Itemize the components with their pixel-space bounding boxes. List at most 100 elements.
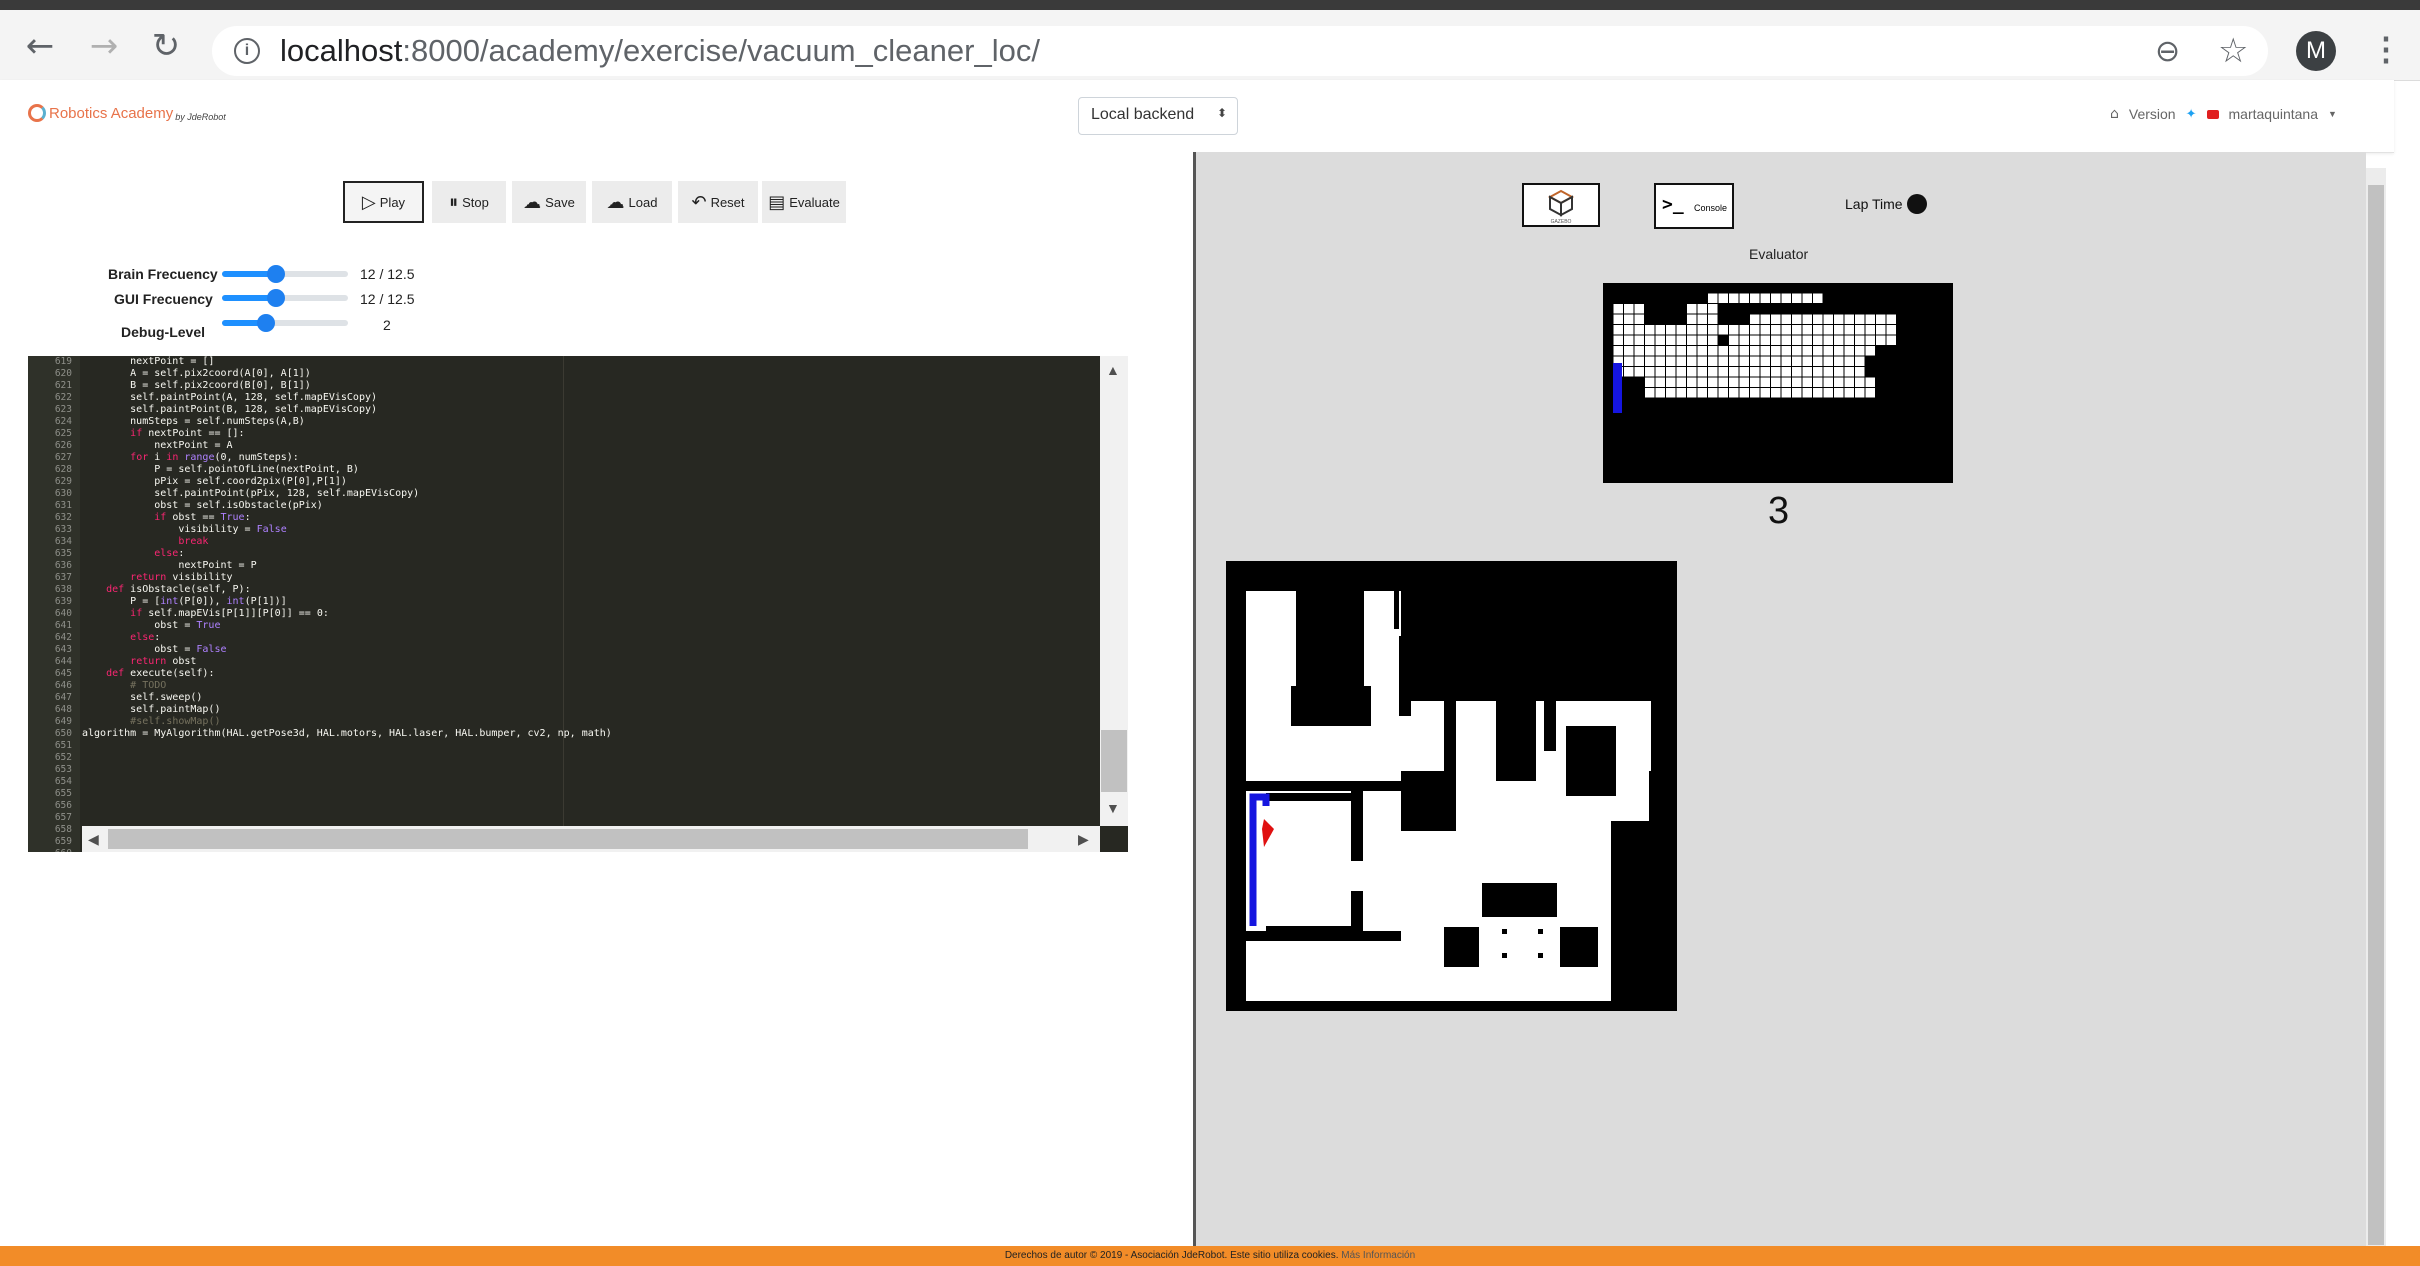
grid-cell (1760, 325, 1770, 335)
grid-cell (1645, 377, 1655, 387)
grid-cell (1834, 325, 1844, 335)
scrollbar-thumb[interactable] (108, 829, 1028, 849)
code-text[interactable]: nextPoint = [] A = self.pix2coord(A[0], … (82, 356, 1122, 740)
grid-cell (1655, 377, 1665, 387)
reload-icon[interactable]: ↻ (146, 26, 186, 66)
grid-cell (1802, 388, 1812, 398)
scroll-down-icon[interactable]: ▼ (1106, 800, 1120, 816)
grid-cell (1771, 377, 1781, 387)
grid-cell (1844, 335, 1854, 345)
twitter-icon[interactable]: ✦ (2186, 106, 2197, 122)
backend-select[interactable]: Local backend ⬍ (1078, 97, 1238, 135)
save-button[interactable]: ☁ Save (512, 181, 586, 223)
grid-cell (1876, 335, 1886, 345)
gazebo-button[interactable]: GAZEBO (1522, 183, 1600, 227)
code-line: if obst == True: (154, 512, 251, 523)
grid-cell (1865, 377, 1875, 387)
line-number: 652 (54, 752, 72, 763)
slider-handle[interactable] (267, 289, 285, 307)
debug-level-slider[interactable] (222, 314, 348, 332)
grid-cell (1697, 377, 1707, 387)
line-number: 619 (54, 356, 72, 367)
footer-link[interactable]: Más Información (1341, 1250, 1415, 1261)
back-arrow-icon[interactable]: ← (20, 26, 60, 66)
grid-cell (1676, 377, 1686, 387)
save-label: Save (545, 194, 575, 210)
code-line: break (178, 536, 209, 547)
zoom-icon[interactable]: ⊖ (2155, 34, 2180, 69)
grid-cell (1813, 377, 1823, 387)
grid-cell (1645, 367, 1655, 377)
load-button[interactable]: ☁ Load (592, 181, 672, 223)
slider-handle[interactable] (257, 314, 275, 332)
youtube-icon[interactable] (2206, 109, 2219, 119)
grid-cell (1634, 304, 1644, 314)
footer: Derechos de autor © 2019 - Asociación Jd… (0, 1246, 2420, 1266)
grid-cell (1634, 356, 1644, 366)
home-icon[interactable]: ⌂ (2110, 106, 2119, 122)
user-menu[interactable]: martaquintana (2229, 106, 2319, 122)
info-icon[interactable]: i (234, 38, 260, 64)
chevron-down-icon[interactable]: ▼ (2328, 109, 2337, 119)
grid-cell (1886, 325, 1896, 335)
line-number: 621 (54, 380, 72, 391)
code-line: else: (130, 632, 161, 643)
star-icon[interactable]: ☆ (2218, 31, 2248, 71)
scroll-up-icon[interactable]: ▲ (1106, 362, 1120, 378)
slider-handle[interactable] (267, 265, 285, 283)
avatar[interactable]: M (2296, 31, 2336, 71)
console-button[interactable]: >_ Console (1654, 183, 1734, 229)
gui-frequency-slider[interactable] (222, 289, 348, 307)
grid-cell (1834, 335, 1844, 345)
grid-cell (1771, 314, 1781, 324)
grid-cell (1813, 325, 1823, 335)
evaluate-button[interactable]: ▤ Evaluate (762, 181, 846, 223)
grid-cell (1729, 293, 1739, 303)
url-text[interactable]: localhost:8000/academy/exercise/vacuum_c… (280, 33, 1040, 69)
play-button[interactable]: ▷ Play (343, 181, 424, 223)
grid-cell (1739, 335, 1749, 345)
grid-cell (1676, 325, 1686, 335)
grid-cell (1865, 314, 1875, 324)
grid-cell (1750, 335, 1760, 345)
grid-cell (1624, 367, 1634, 377)
code-line: numSteps = self.numSteps(A,B) (82, 416, 305, 427)
brain-frequency-slider[interactable] (222, 265, 348, 283)
menu-icon[interactable]: ⋮ (2370, 30, 2402, 68)
grid-cell (1708, 388, 1718, 398)
line-number-gutter: 619 620 621 622 623 624 625 626 627 628 629 630 631 6… (28, 356, 80, 852)
select-caret-icon: ⬍ (1216, 106, 1227, 120)
line-number: 659 (54, 836, 72, 847)
forward-arrow-icon[interactable]: → (84, 26, 124, 66)
grid-cell (1655, 346, 1665, 356)
code-editor[interactable]: 619 620 621 622 623 624 625 626 627 628 629 630 631 6… (28, 356, 1128, 852)
grid-cell (1718, 356, 1728, 366)
play-label: Play (379, 194, 406, 210)
version-link[interactable]: Version (2129, 106, 2176, 122)
stop-button[interactable]: ⏸ Stop (432, 181, 506, 223)
grid-cell (1813, 367, 1823, 377)
backend-select-value: Local backend (1091, 106, 1195, 123)
grid-cell (1729, 325, 1739, 335)
grid-cell (1844, 388, 1854, 398)
scrollbar-thumb[interactable] (1101, 730, 1127, 792)
grid-cell (1750, 314, 1760, 324)
grid-cell (1813, 346, 1823, 356)
grid-cell (1708, 325, 1718, 335)
reset-button[interactable]: ↶ Reset (678, 181, 758, 223)
scrollbar-thumb[interactable] (2368, 185, 2384, 1245)
line-number: 660 (28, 848, 80, 852)
grid-cell (1802, 325, 1812, 335)
line-number: 637 (54, 572, 72, 583)
grid-cell (1760, 293, 1770, 303)
scroll-left-icon[interactable]: ◀ (88, 831, 99, 848)
logo[interactable]: Robotics Academy by JdeRobot (28, 104, 226, 122)
code-line: obst = self.isObstacle(pPix) (82, 500, 323, 511)
grid-cell (1676, 356, 1686, 366)
line-number: 644 (54, 656, 72, 667)
brain-frequency-value: 12 / 12.5 (360, 266, 415, 282)
code-line: else: (154, 548, 185, 559)
evaluator-grid-map (1603, 283, 1953, 483)
scroll-right-icon[interactable]: ▶ (1078, 831, 1089, 848)
grid-cell (1624, 346, 1634, 356)
